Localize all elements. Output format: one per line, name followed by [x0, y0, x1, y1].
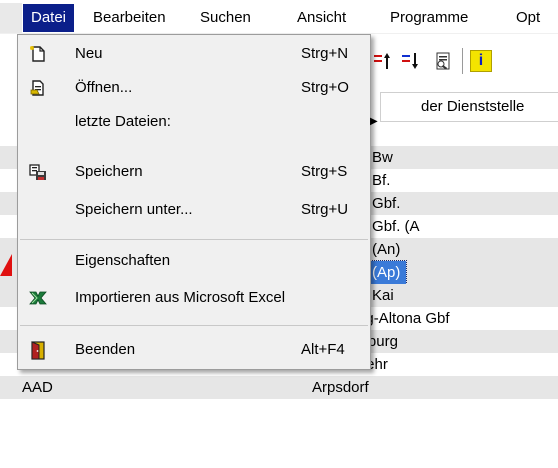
red-arrow-marker [0, 254, 12, 276]
menu-item-beenden[interactable]: Beenden Alt+F4 [18, 333, 370, 367]
menu-item-eigenschaften[interactable]: Eigenschaften [18, 244, 370, 278]
menu-item-shortcut: Strg+U [301, 201, 349, 218]
print-preview-icon[interactable] [432, 50, 454, 72]
cell-dienststelle: Arpsdorf [312, 379, 369, 396]
menu-ansicht[interactable]: Ansicht [289, 4, 354, 32]
menubar-left-edge [0, 3, 22, 33]
open-document-icon [30, 80, 44, 96]
sort-down-icon[interactable] [400, 50, 422, 72]
column-header-dienststelle[interactable]: der Dienststelle [380, 92, 558, 122]
toolbar-separator [462, 48, 463, 74]
menu-programme[interactable]: Programme [382, 4, 476, 32]
excel-icon [29, 291, 47, 305]
menu-item-speichern-unter[interactable]: Speichern unter... Strg+U [18, 193, 370, 227]
menu-datei[interactable]: Datei [23, 4, 75, 32]
menu-item-neu[interactable]: Neu Strg+N [18, 37, 370, 71]
table-row[interactable]: AAD Arpsdorf [0, 376, 558, 399]
info-icon[interactable]: i [470, 50, 492, 72]
menu-suchen[interactable]: Suchen [192, 4, 259, 32]
menu-separator [20, 325, 368, 326]
menu-item-shortcut: Strg+S [301, 163, 348, 180]
menu-item-label: Speichern [75, 163, 143, 180]
menu-item-importieren-excel[interactable]: Importieren aus Microsoft Excel [18, 281, 370, 315]
menu-item-speichern[interactable]: Speichern Strg+S [18, 155, 370, 189]
menu-bar: Datei Bearbeiten Suchen Ansicht Programm… [0, 0, 558, 34]
save-icon [29, 164, 46, 180]
cell-code: AAD [22, 379, 53, 396]
menu-item-label: Öffnen... [75, 79, 133, 96]
exit-door-icon [31, 341, 45, 360]
menu-item-letzte-dateien[interactable]: letzte Dateien: ▶ [18, 105, 378, 139]
menu-separator [20, 239, 368, 240]
datei-dropdown-menu: Neu Strg+N Öffnen... Strg+O letzte Datei… [17, 34, 378, 370]
submenu-arrow-icon: ▶ [370, 116, 378, 127]
menu-item-shortcut: Alt+F4 [301, 341, 345, 358]
menu-item-label: letzte Dateien: [75, 113, 171, 130]
sort-up-icon[interactable] [372, 50, 394, 72]
menu-item-label: Neu [75, 45, 103, 62]
menu-item-shortcut: Strg+O [301, 79, 349, 96]
menu-item-oeffnen[interactable]: Öffnen... Strg+O [18, 71, 370, 105]
menu-bearbeiten[interactable]: Bearbeiten [85, 4, 174, 32]
menu-item-shortcut: Strg+N [301, 45, 349, 62]
menu-item-label: Importieren aus Microsoft Excel [75, 289, 286, 306]
menu-item-label: Speichern unter... [75, 201, 193, 218]
menu-item-label: Eigenschaften [75, 252, 171, 269]
menu-optionen[interactable]: Opt [508, 4, 548, 32]
menu-item-label: Beenden [75, 341, 136, 358]
new-document-icon [30, 46, 45, 62]
